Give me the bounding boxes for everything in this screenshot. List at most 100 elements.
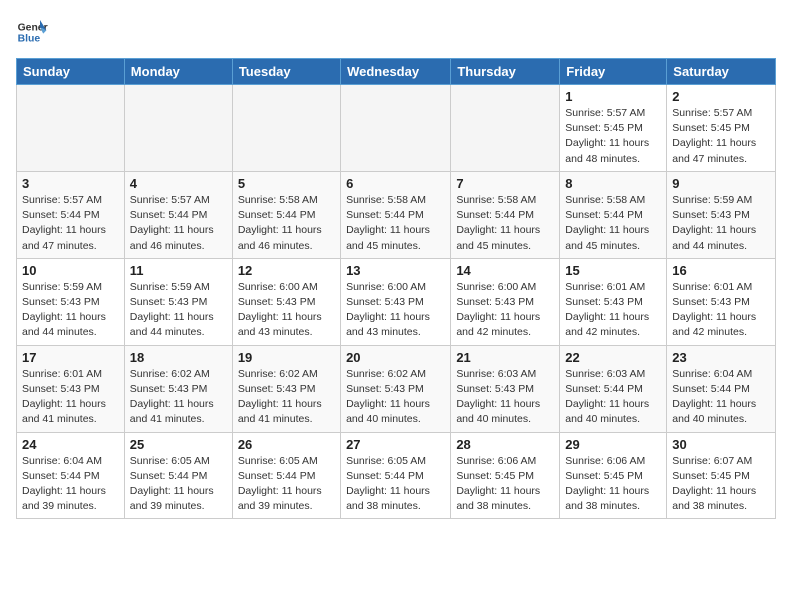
day-info: Sunrise: 5:57 AM Sunset: 5:44 PM Dayligh… (130, 193, 227, 254)
calendar-week-row: 17 Sunrise: 6:01 AM Sunset: 5:43 PM Dayli… (17, 345, 776, 432)
day-info: Sunrise: 5:57 AM Sunset: 5:44 PM Dayligh… (22, 193, 119, 254)
calendar-cell: 28 Sunrise: 6:06 AM Sunset: 5:45 PM Dayli… (451, 432, 560, 519)
day-number: 14 (456, 263, 554, 278)
day-number: 28 (456, 437, 554, 452)
day-info: Sunrise: 6:05 AM Sunset: 5:44 PM Dayligh… (346, 454, 445, 515)
day-info: Sunrise: 6:03 AM Sunset: 5:43 PM Dayligh… (456, 367, 554, 428)
calendar-cell: 3 Sunrise: 5:57 AM Sunset: 5:44 PM Daylig… (17, 171, 125, 258)
calendar-cell: 25Sunrise: 6:05 AM Sunset: 5:44 PM Dayli… (124, 432, 232, 519)
day-number: 5 (238, 176, 335, 191)
calendar-cell: 14Sunrise: 6:00 AM Sunset: 5:43 PM Dayli… (451, 258, 560, 345)
col-header-monday: Monday (124, 59, 232, 85)
day-info: Sunrise: 6:04 AM Sunset: 5:44 PM Dayligh… (672, 367, 770, 428)
calendar-cell: 22 Sunrise: 6:03 AM Sunset: 5:44 PM Dayli… (560, 345, 667, 432)
day-number: 17 (22, 350, 119, 365)
calendar-cell: 8Sunrise: 5:58 AM Sunset: 5:44 PM Daylig… (560, 171, 667, 258)
day-number: 21 (456, 350, 554, 365)
day-number: 12 (238, 263, 335, 278)
calendar-header-row: SundayMondayTuesdayWednesdayThursdayFrid… (17, 59, 776, 85)
calendar-cell: 1Sunrise: 5:57 AM Sunset: 5:45 PM Daylig… (560, 85, 667, 172)
day-info: Sunrise: 6:06 AM Sunset: 5:45 PM Dayligh… (565, 454, 661, 515)
day-info: Sunrise: 5:58 AM Sunset: 5:44 PM Dayligh… (565, 193, 661, 254)
calendar-table: SundayMondayTuesdayWednesdayThursdayFrid… (16, 58, 776, 519)
day-info: Sunrise: 6:01 AM Sunset: 5:43 PM Dayligh… (565, 280, 661, 341)
calendar-week-row: 1 Sunrise: 5:57 AM Sunset: 5:45 PM Daylig… (17, 85, 776, 172)
calendar-cell: 30 Sunrise: 6:07 AM Sunset: 5:45 PM Dayli… (667, 432, 776, 519)
day-number: 27 (346, 437, 445, 452)
day-number: 26 (238, 437, 335, 452)
calendar-cell (232, 85, 340, 172)
calendar-week-row: 3 Sunrise: 5:57 AM Sunset: 5:44 PM Daylig… (17, 171, 776, 258)
day-number: 2 (672, 89, 770, 104)
calendar-cell: 13 Sunrise: 6:00 AM Sunset: 5:43 PM Dayli… (341, 258, 451, 345)
day-number: 3 (22, 176, 119, 191)
calendar-cell: 11 Sunrise: 5:59 AM Sunset: 5:43 PM Dayli… (124, 258, 232, 345)
calendar-cell: 27 Sunrise: 6:05 AM Sunset: 5:44 PM Dayli… (341, 432, 451, 519)
day-info: Sunrise: 5:59 AM Sunset: 5:43 PM Dayligh… (22, 280, 119, 341)
calendar-cell: 12 Sunrise: 6:00 AM Sunset: 5:43 PM Dayli… (232, 258, 340, 345)
calendar-cell: 24Sunrise: 6:04 AM Sunset: 5:44 PM Dayli… (17, 432, 125, 519)
day-number: 1 (565, 89, 661, 104)
calendar-cell: 2 Sunrise: 5:57 AM Sunset: 5:45 PM Daylig… (667, 85, 776, 172)
day-info: Sunrise: 6:01 AM Sunset: 5:43 PM Dayligh… (22, 367, 119, 428)
day-number: 29 (565, 437, 661, 452)
calendar-cell: 19 Sunrise: 6:02 AM Sunset: 5:43 PM Dayli… (232, 345, 340, 432)
day-info: Sunrise: 5:59 AM Sunset: 5:43 PM Dayligh… (130, 280, 227, 341)
day-number: 11 (130, 263, 227, 278)
day-info: Sunrise: 6:02 AM Sunset: 5:43 PM Dayligh… (238, 367, 335, 428)
calendar-cell: 5 Sunrise: 5:58 AM Sunset: 5:44 PM Daylig… (232, 171, 340, 258)
day-info: Sunrise: 6:05 AM Sunset: 5:44 PM Dayligh… (238, 454, 335, 515)
calendar-cell: 9 Sunrise: 5:59 AM Sunset: 5:43 PM Daylig… (667, 171, 776, 258)
day-number: 15 (565, 263, 661, 278)
calendar-cell (341, 85, 451, 172)
day-number: 25 (130, 437, 227, 452)
day-info: Sunrise: 5:58 AM Sunset: 5:44 PM Dayligh… (346, 193, 445, 254)
calendar-cell: 6 Sunrise: 5:58 AM Sunset: 5:44 PM Daylig… (341, 171, 451, 258)
calendar-cell: 15 Sunrise: 6:01 AM Sunset: 5:43 PM Dayli… (560, 258, 667, 345)
day-info: Sunrise: 6:00 AM Sunset: 5:43 PM Dayligh… (238, 280, 335, 341)
calendar-cell: 7Sunrise: 5:58 AM Sunset: 5:44 PM Daylig… (451, 171, 560, 258)
day-info: Sunrise: 6:01 AM Sunset: 5:43 PM Dayligh… (672, 280, 770, 341)
calendar-cell: 18 Sunrise: 6:02 AM Sunset: 5:43 PM Dayli… (124, 345, 232, 432)
calendar-cell: 10Sunrise: 5:59 AM Sunset: 5:43 PM Dayli… (17, 258, 125, 345)
day-info: Sunrise: 6:02 AM Sunset: 5:43 PM Dayligh… (130, 367, 227, 428)
day-number: 30 (672, 437, 770, 452)
calendar-cell: 23 Sunrise: 6:04 AM Sunset: 5:44 PM Dayli… (667, 345, 776, 432)
svg-text:Blue: Blue (18, 34, 41, 45)
day-number: 23 (672, 350, 770, 365)
calendar-week-row: 10Sunrise: 5:59 AM Sunset: 5:43 PM Dayli… (17, 258, 776, 345)
day-number: 19 (238, 350, 335, 365)
col-header-saturday: Saturday (667, 59, 776, 85)
calendar-cell (451, 85, 560, 172)
col-header-tuesday: Tuesday (232, 59, 340, 85)
calendar-cell: 29 Sunrise: 6:06 AM Sunset: 5:45 PM Dayli… (560, 432, 667, 519)
calendar-cell: 16 Sunrise: 6:01 AM Sunset: 5:43 PM Dayli… (667, 258, 776, 345)
calendar-cell: 21 Sunrise: 6:03 AM Sunset: 5:43 PM Dayli… (451, 345, 560, 432)
calendar-week-row: 24Sunrise: 6:04 AM Sunset: 5:44 PM Dayli… (17, 432, 776, 519)
day-info: Sunrise: 6:02 AM Sunset: 5:43 PM Dayligh… (346, 367, 445, 428)
day-info: Sunrise: 5:58 AM Sunset: 5:44 PM Dayligh… (238, 193, 335, 254)
day-number: 18 (130, 350, 227, 365)
calendar-cell (17, 85, 125, 172)
day-number: 22 (565, 350, 661, 365)
calendar-cell: 17 Sunrise: 6:01 AM Sunset: 5:43 PM Dayli… (17, 345, 125, 432)
day-number: 13 (346, 263, 445, 278)
col-header-sunday: Sunday (17, 59, 125, 85)
day-number: 6 (346, 176, 445, 191)
col-header-wednesday: Wednesday (341, 59, 451, 85)
day-number: 7 (456, 176, 554, 191)
day-info: Sunrise: 6:06 AM Sunset: 5:45 PM Dayligh… (456, 454, 554, 515)
page-header: General Blue (16, 16, 776, 48)
day-number: 9 (672, 176, 770, 191)
col-header-friday: Friday (560, 59, 667, 85)
calendar-cell: 4 Sunrise: 5:57 AM Sunset: 5:44 PM Daylig… (124, 171, 232, 258)
day-info: Sunrise: 5:57 AM Sunset: 5:45 PM Dayligh… (672, 106, 770, 167)
day-number: 20 (346, 350, 445, 365)
day-number: 4 (130, 176, 227, 191)
calendar-cell (124, 85, 232, 172)
day-info: Sunrise: 6:07 AM Sunset: 5:45 PM Dayligh… (672, 454, 770, 515)
day-number: 16 (672, 263, 770, 278)
day-info: Sunrise: 6:03 AM Sunset: 5:44 PM Dayligh… (565, 367, 661, 428)
day-info: Sunrise: 5:59 AM Sunset: 5:43 PM Dayligh… (672, 193, 770, 254)
day-info: Sunrise: 6:00 AM Sunset: 5:43 PM Dayligh… (346, 280, 445, 341)
